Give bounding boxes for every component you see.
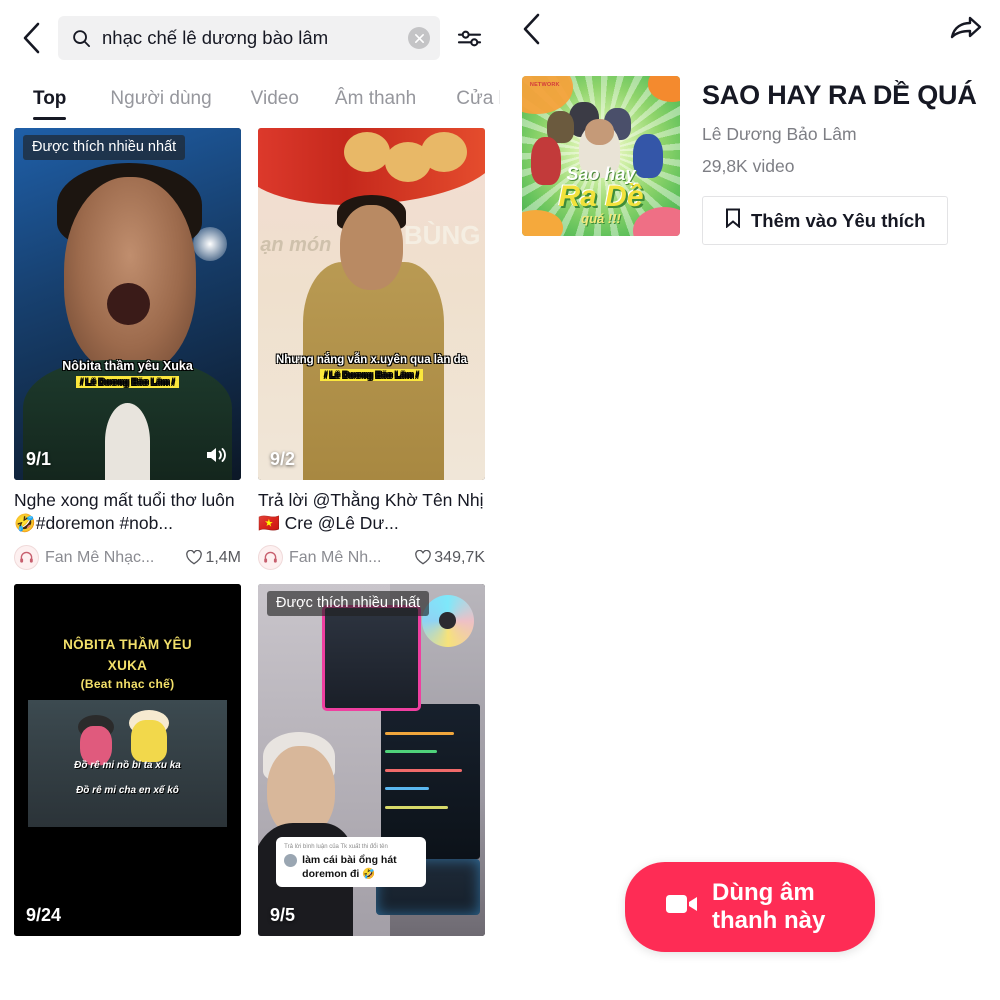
album-art: NETWORK Sao hay Ra Dề quá !!! (522, 76, 680, 236)
search-query-text: nhạc chế lê dương bào lâm (102, 27, 329, 48)
video-results-grid: Được thích nhiều nhất Nôbita thầm yêu Xu… (0, 128, 500, 936)
heart-icon (186, 550, 203, 565)
thumbnail-artwork: NÔBITA THẦM YÊU XUKA (Beat nhạc chế) Đồ … (14, 584, 241, 936)
thumbnail-artwork (14, 128, 241, 480)
video-thumbnail[interactable]: NÔBITA THẦM YÊU XUKA (Beat nhạc chế) Đồ … (14, 584, 241, 936)
sound-detail-header (500, 0, 1000, 62)
tiktok-search-and-sound-screen: nhạc chế lê dương bào lâm Top Người dùng… (0, 0, 1000, 1000)
video-author[interactable]: Fan Mê Nhạc... (45, 549, 180, 567)
video-thumbnail[interactable]: BÙNG ạn món Nhưng nắng vẫn x.uyên qua là… (258, 128, 485, 480)
thumbnail-subtitle-1: Đồ rê mi nồ bi ta xu ka (74, 760, 181, 771)
thumbnail-background-word: BÙNG (403, 219, 481, 250)
thumbnail-overlay-credit: / Lê Dương Bảo Lâm / (75, 376, 180, 389)
sound-info-row: NETWORK Sao hay Ra Dề quá !!! SAO HAY RA… (500, 62, 1000, 245)
speaker-icon[interactable] (203, 443, 229, 472)
album-title-line-3: quá !!! (581, 211, 621, 227)
avatar (284, 854, 298, 868)
slide-counter: 9/2 (270, 449, 296, 469)
video-result-card[interactable]: Được thích nhiều nhất Nôbita thầm yêu Xu… (14, 128, 241, 570)
most-liked-badge: Được thích nhiều nhất (267, 591, 430, 616)
comment-overlay: Trả lời bình luận của Tk xuất thi đổi tê… (276, 837, 426, 887)
sound-meta: SAO HAY RA DỀ QUÁ Lê Dương Bảo Lâm 29,8K… (702, 76, 1000, 245)
sound-detail-panel: NETWORK Sao hay Ra Dề quá !!! SAO HAY RA… (500, 0, 1000, 1000)
close-circle-icon[interactable] (408, 27, 430, 49)
sound-artist[interactable]: Lê Dương Bảo Lâm (702, 124, 1000, 145)
video-author[interactable]: Fan Mê Nh... (289, 549, 409, 567)
tab-video[interactable]: Video (251, 82, 299, 120)
bookmark-icon (725, 208, 741, 233)
album-title-line-2: Ra Dề (558, 180, 644, 213)
comment-header: Trả lời bình luận của Tk xuất thi đổi tê… (284, 844, 388, 851)
tab-top[interactable]: Top (33, 82, 67, 120)
sound-title: SAO HAY RA DỀ QUÁ (702, 80, 977, 110)
filter-sliders-icon[interactable] (452, 27, 486, 50)
back-icon[interactable] (522, 13, 541, 50)
thumbnail-title-line-2: XUKA (107, 657, 148, 673)
add-to-favorites-label: Thêm vào Yêu thích (751, 209, 926, 231)
like-count: 1,4M (186, 549, 241, 567)
add-to-favorites-button[interactable]: Thêm vào Yêu thích (702, 196, 949, 245)
like-count: 349,7K (415, 549, 485, 567)
video-camera-icon (665, 892, 699, 923)
share-arrow-icon[interactable] (950, 15, 982, 48)
heart-icon (415, 550, 432, 565)
thumbnail-overlay-line: Nhưng nắng vẫn x.uyên qua làn da (275, 354, 468, 367)
video-meta: Fan Mê Nhạc... 1,4M (14, 545, 241, 570)
thumbnail-overlay-credit: / Lê Dương Bảo Lâm / (319, 369, 424, 382)
video-caption: Trả lời @Thằng Khờ Tên Nhị 🇻🇳 Cre @Lê Dư… (258, 490, 484, 534)
result-tabs: Top Người dùng Video Âm thanh Cửa hàn (0, 76, 500, 128)
tab-nguoi-dung[interactable]: Người dùng (110, 82, 211, 120)
search-input[interactable]: nhạc chế lê dương bào lâm (58, 16, 440, 60)
thumbnail-title-line-3: (Beat nhạc chế) (80, 677, 175, 692)
thumbnail-background-word-2: ạn món (260, 233, 332, 256)
headphones-avatar-icon[interactable] (14, 545, 39, 570)
sound-video-count: 29,8K video (702, 156, 795, 176)
headphones-avatar-icon[interactable] (258, 545, 283, 570)
slide-counter: 9/24 (26, 905, 62, 925)
search-icon (72, 29, 92, 48)
video-result-card[interactable]: NÔBITA THẦM YÊU XUKA (Beat nhạc chế) Đồ … (14, 584, 241, 936)
tab-am-thanh[interactable]: Âm thanh (335, 82, 416, 120)
thumbnail-artwork: BÙNG ạn món (258, 128, 485, 480)
video-meta: Fan Mê Nh... 349,7K (258, 545, 485, 570)
thumbnail-overlay-line: Nôbita thầm yêu Xuka (62, 359, 193, 374)
use-this-sound-button[interactable]: Dùng âm thanh này (625, 862, 875, 952)
use-this-sound-label: Dùng âm thanh này (712, 879, 826, 934)
thumbnail-title-line-1: NÔBITA THẦM YÊU (63, 636, 192, 652)
album-logo: NETWORK (529, 82, 560, 89)
video-result-card[interactable]: BÙNG ạn món Nhưng nắng vẫn x.uyên qua là… (258, 128, 485, 570)
search-results-panel: nhạc chế lê dương bào lâm Top Người dùng… (0, 0, 500, 1000)
thumbnail-subtitle-2: Đồ rê mi cha en xế kô (76, 784, 179, 796)
video-thumbnail[interactable]: Được thích nhiều nhất Nôbita thầm yêu Xu… (14, 128, 241, 480)
video-result-card[interactable]: Được thích nhiều nhất Trả lời bình luận … (258, 584, 485, 936)
slide-counter: 9/1 (26, 449, 52, 469)
video-thumbnail[interactable]: Được thích nhiều nhất Trả lời bình luận … (258, 584, 485, 936)
back-icon[interactable] (16, 21, 46, 55)
video-caption: Nghe xong mất tuổi thơ luôn🤣#doremon #no… (14, 490, 235, 534)
search-bar: nhạc chế lê dương bào lâm (0, 0, 500, 76)
tab-cua-hang[interactable]: Cửa hàn (456, 82, 500, 120)
slide-counter: 9/5 (270, 905, 296, 925)
most-liked-badge: Được thích nhiều nhất (23, 135, 186, 160)
comment-text: làm cái bài ổng hát doremon đi 🤣 (302, 854, 397, 880)
